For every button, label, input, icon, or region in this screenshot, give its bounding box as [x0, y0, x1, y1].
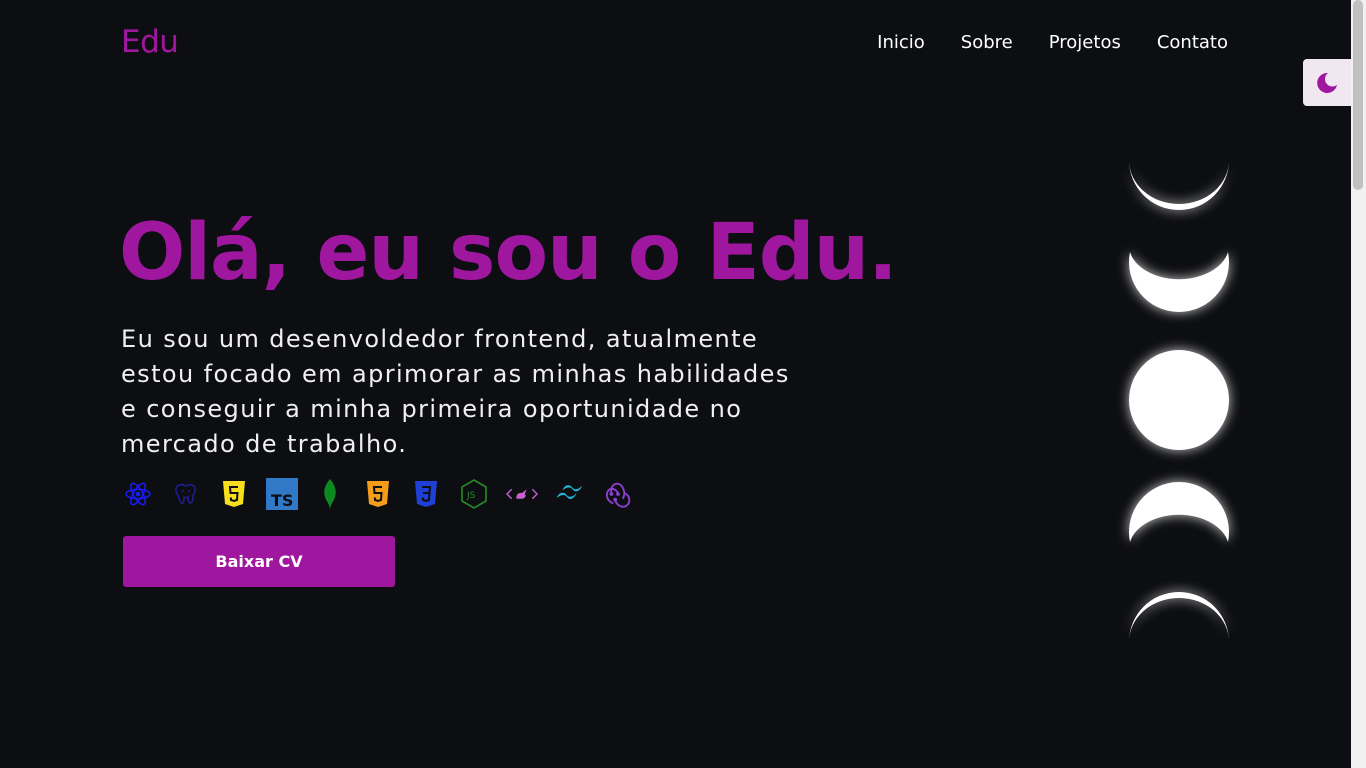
moon-phase-full [1129, 350, 1229, 450]
redux-icon [602, 478, 634, 510]
scrollbar-thumb[interactable] [1353, 0, 1363, 190]
code-icon [506, 478, 538, 510]
moon-phase-waning-gibbous [1129, 482, 1229, 542]
react-icon [122, 478, 154, 510]
logo[interactable]: Edu [121, 24, 179, 60]
postgresql-icon [170, 478, 202, 510]
scrollbar[interactable] [1351, 0, 1366, 768]
css3-icon [410, 478, 442, 510]
moon-phase-waxing-gibbous [1129, 252, 1229, 312]
tech-icons: TS JS [122, 478, 634, 510]
page: Edu Inicio Sobre Projetos Contato Olá, e… [0, 0, 1366, 768]
nav-sobre[interactable]: Sobre [961, 32, 1013, 53]
main-nav: Inicio Sobre Projetos Contato [877, 32, 1228, 53]
theme-toggle-button[interactable] [1303, 59, 1351, 106]
nav-contato[interactable]: Contato [1157, 32, 1228, 53]
tailwind-icon [554, 478, 586, 510]
svg-text:TS: TS [271, 491, 293, 510]
hero-title: Olá, eu sou o Edu. [119, 208, 898, 298]
moon-icon [1317, 72, 1337, 93]
moon-phase-waning-crescent [1129, 592, 1229, 642]
nodejs-icon: JS [458, 478, 490, 510]
mongodb-icon [314, 478, 346, 510]
html5-icon [362, 478, 394, 510]
typescript-icon: TS [266, 478, 298, 510]
download-cv-button[interactable]: Baixar CV [123, 536, 395, 587]
svg-text:JS: JS [466, 491, 476, 501]
nav-projetos[interactable]: Projetos [1049, 32, 1121, 53]
hero-description: Eu sou um desenvoldedor frontend, atualm… [121, 325, 790, 458]
nav-inicio[interactable]: Inicio [877, 32, 925, 53]
javascript-icon [218, 478, 250, 510]
